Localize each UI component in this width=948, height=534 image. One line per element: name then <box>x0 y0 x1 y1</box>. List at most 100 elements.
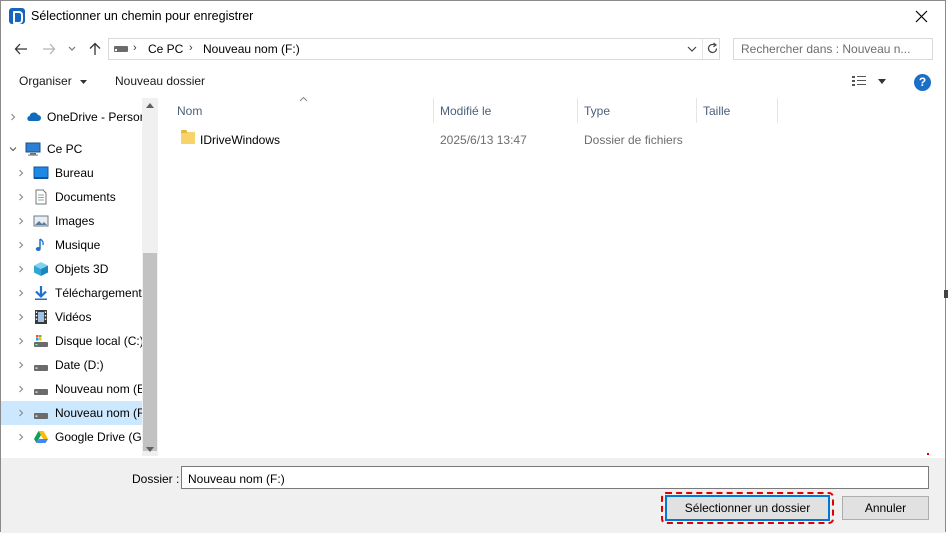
help-button[interactable]: ? <box>914 74 931 91</box>
table-row[interactable]: IDriveWindows 2025/6/13 13:47 Dossier de… <box>171 129 931 151</box>
nav-item-pictures[interactable]: Images <box>1 209 143 233</box>
chevron-down-icon <box>687 46 697 52</box>
column-header-size[interactable]: Taille <box>697 98 778 123</box>
chevron-right-icon <box>19 385 24 393</box>
nav-item-drive-f[interactable]: Nouveau nom (F <box>1 401 143 425</box>
organize-label: Organiser <box>19 74 72 88</box>
cancel-button[interactable]: Annuler <box>842 496 929 520</box>
folder-icon <box>181 130 195 144</box>
nav-label: Images <box>55 214 95 228</box>
forward-button[interactable] <box>39 39 59 59</box>
nav-item-documents[interactable]: Documents <box>1 185 143 209</box>
dialog-title: Sélectionner un chemin pour enregistrer <box>31 9 254 23</box>
arrow-up-icon <box>89 42 101 55</box>
nav-label: Vidéos <box>55 310 92 324</box>
chevron-down-icon <box>9 147 17 152</box>
nav-label: Documents <box>55 190 116 204</box>
folder-field[interactable] <box>181 466 929 489</box>
google-drive-icon <box>34 431 48 443</box>
file-type: Dossier de fichiers <box>584 133 683 147</box>
nav-label: Disque local (C:) <box>55 334 143 348</box>
search-input[interactable] <box>734 39 932 59</box>
file-modified: 2025/6/13 13:47 <box>440 133 527 147</box>
nav-label: Nouveau nom (F <box>55 406 143 420</box>
scroll-down-icon[interactable] <box>146 447 154 452</box>
pictures-icon <box>33 215 49 227</box>
navigation-pane: OneDrive - Person Ce PC Bureau Documents… <box>1 98 158 456</box>
nav-item-music[interactable]: Musique <box>1 233 143 257</box>
dialog-footer: Dossier : Sélectionner un dossier Annule… <box>1 458 945 533</box>
nav-item-videos[interactable]: Vidéos <box>1 305 143 329</box>
documents-icon <box>35 189 47 205</box>
address-row: › Ce PC › Nouveau nom (F:) <box>1 36 945 62</box>
nav-item-drive-d[interactable]: Date (D:) <box>1 353 143 377</box>
chevron-right-icon <box>19 193 24 201</box>
drive-icon <box>34 389 48 395</box>
select-folder-button[interactable]: Sélectionner un dossier <box>665 495 830 521</box>
nav-label: Bureau <box>55 166 94 180</box>
system-drive-icon <box>34 335 48 347</box>
nav-item-onedrive[interactable]: OneDrive - Person <box>1 105 143 129</box>
videos-icon <box>35 310 47 324</box>
nav-item-drive-e[interactable]: Nouveau nom (E <box>1 377 143 401</box>
chevron-right-icon <box>19 217 24 225</box>
scroll-thumb[interactable] <box>143 253 157 451</box>
scroll-up-icon[interactable] <box>146 103 154 108</box>
drive-icon <box>114 46 128 52</box>
nav-pane-scrollbar[interactable] <box>142 98 158 456</box>
address-dropdown-button[interactable] <box>683 39 701 59</box>
annotation-mark <box>927 453 929 455</box>
command-bar: Organiser Nouveau dossier ? <box>1 67 945 97</box>
view-options-button[interactable] <box>851 74 891 90</box>
address-bar[interactable]: › Ce PC › Nouveau nom (F:) <box>108 38 720 60</box>
nav-item-drive-c[interactable]: Disque local (C:) <box>1 329 143 353</box>
nav-item-google-drive[interactable]: Google Drive (G: <box>1 425 143 449</box>
caret-down-icon <box>878 79 886 84</box>
computer-icon <box>25 142 41 156</box>
folder-field-label: Dossier : <box>132 472 180 486</box>
nav-label: Ce PC <box>47 142 83 156</box>
column-header-modified[interactable]: Modifié le <box>434 98 578 123</box>
breadcrumb-current-drive[interactable]: Nouveau nom (F:) <box>203 42 300 56</box>
downloads-icon <box>35 286 47 300</box>
column-header-type[interactable]: Type <box>578 98 697 123</box>
refresh-button[interactable] <box>702 39 720 59</box>
chevron-right-icon <box>19 169 24 177</box>
nav-item-downloads[interactable]: Téléchargements <box>1 281 143 305</box>
app-icon <box>9 8 25 24</box>
chevron-right-icon: › <box>189 42 193 54</box>
desktop-icon <box>33 166 49 179</box>
file-list: Nom Modifié le Type Taille IDriveWindows… <box>159 96 945 456</box>
new-folder-button[interactable]: Nouveau dossier <box>115 74 205 88</box>
arrow-right-icon <box>43 43 56 55</box>
organize-menu-button[interactable]: Organiser <box>19 74 88 88</box>
up-button[interactable] <box>85 39 105 59</box>
nav-item-3d-objects[interactable]: Objets 3D <box>1 257 143 281</box>
recent-locations-button[interactable] <box>65 39 79 59</box>
chevron-right-icon <box>19 337 24 345</box>
chevron-right-icon <box>19 241 24 249</box>
chevron-right-icon <box>19 265 24 273</box>
search-box[interactable] <box>733 38 933 60</box>
3d-objects-icon <box>34 262 48 276</box>
chevron-right-icon <box>19 313 24 321</box>
save-path-dialog: Sélectionner un chemin pour enregistrer … <box>0 0 946 533</box>
column-header-name[interactable]: Nom <box>171 98 434 123</box>
chevron-right-icon <box>19 289 24 297</box>
back-button[interactable] <box>11 39 31 59</box>
nav-item-this-pc[interactable]: Ce PC <box>1 137 143 161</box>
breadcrumb-ce-pc[interactable]: Ce PC <box>148 42 183 56</box>
chevron-right-icon: › <box>133 42 137 54</box>
chevron-down-icon <box>68 46 76 51</box>
close-button[interactable] <box>899 1 945 32</box>
nav-label: Téléchargements <box>55 286 143 300</box>
details-view-icon <box>852 76 866 86</box>
nav-label: Google Drive (G: <box>55 430 143 444</box>
drive-icon <box>34 365 48 371</box>
music-icon <box>35 238 44 251</box>
nav-label: Musique <box>55 238 101 252</box>
nav-label: OneDrive - Person <box>47 110 143 124</box>
background-edge <box>944 290 948 298</box>
chevron-right-icon <box>11 113 16 121</box>
nav-item-desktop[interactable]: Bureau <box>1 161 143 185</box>
